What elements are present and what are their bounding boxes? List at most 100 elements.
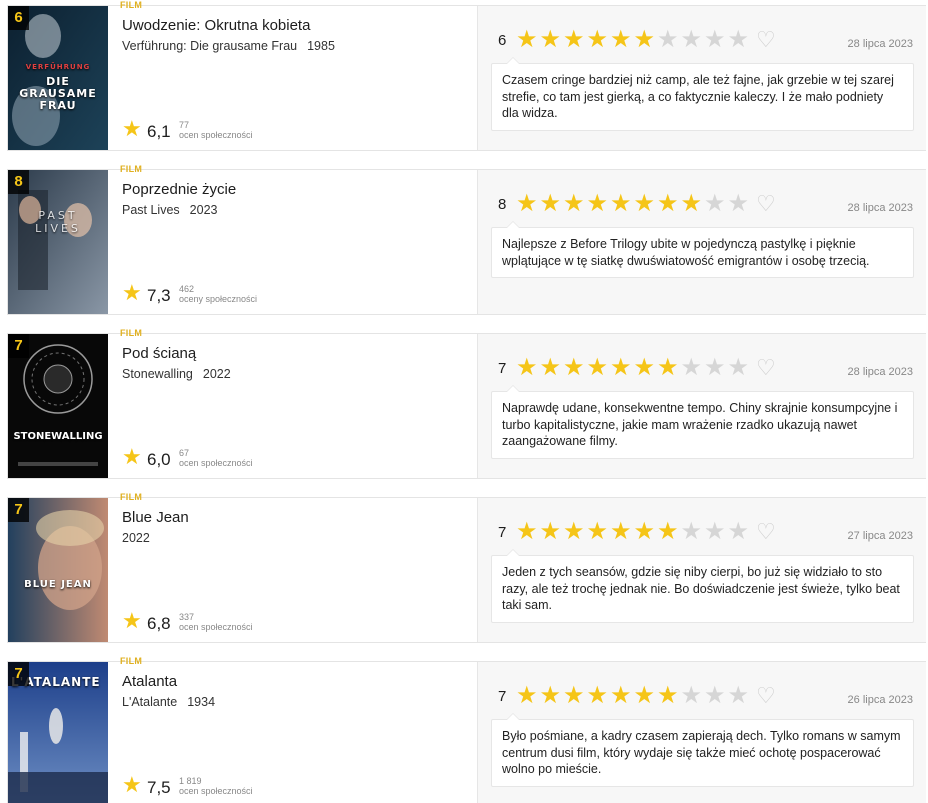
rating-star-icon[interactable]: ★ xyxy=(634,28,658,52)
star-icon: ★ xyxy=(122,116,142,141)
user-rank-badge: 8 xyxy=(8,170,29,194)
poster-title-line: GRAUSAME xyxy=(19,87,97,100)
rating-stars[interactable]: ★★★★★★★★★★ xyxy=(516,520,751,544)
rating-star-icon[interactable]: ★ xyxy=(634,356,658,380)
rating-star-icon[interactable]: ★ xyxy=(540,28,564,52)
rating-stars[interactable]: ★★★★★★★★★★ xyxy=(516,684,751,708)
rating-star-icon[interactable]: ★ xyxy=(704,684,728,708)
review-text: Było pośmiane, a kadry czasem zapierają … xyxy=(491,713,914,787)
community-count: 77 ocen społeczności xyxy=(179,120,253,140)
community-count: 462 oceny społeczności xyxy=(179,284,257,304)
poster-title-line: VERFÜHRUNG xyxy=(25,63,91,71)
user-rating-panel: 8 ★★★★★★★★★★ ♡ 28 lipca 2023 Najlepsze z… xyxy=(477,170,926,314)
film-title-link[interactable]: Atalanta xyxy=(122,673,177,690)
rating-star-icon[interactable]: ★ xyxy=(704,356,728,380)
rating-star-icon[interactable]: ★ xyxy=(587,520,611,544)
user-rating-value: 7 xyxy=(498,360,507,377)
rating-date: 27 lipca 2023 xyxy=(847,530,913,542)
heart-icon[interactable]: ♡ xyxy=(756,28,776,52)
film-title-link[interactable]: Poprzednie życie xyxy=(122,181,236,198)
heart-icon[interactable]: ♡ xyxy=(756,684,776,708)
rating-star-icon[interactable]: ★ xyxy=(516,684,540,708)
rating-star-icon[interactable]: ★ xyxy=(516,28,540,52)
original-title: L'Atalante 1934 xyxy=(122,695,215,709)
movie-poster[interactable]: PAST LIVES 8 xyxy=(8,170,108,314)
user-rating-panel: 6 ★★★★★★★★★★ ♡ 28 lipca 2023 Czasem crin… xyxy=(477,6,926,150)
rating-star-icon[interactable]: ★ xyxy=(681,520,705,544)
rating-star-icon[interactable]: ★ xyxy=(516,192,540,216)
rating-star-icon[interactable]: ★ xyxy=(540,192,564,216)
movie-poster[interactable]: L'ATALANTE 7 xyxy=(8,662,108,803)
rating-star-icon[interactable]: ★ xyxy=(587,356,611,380)
community-score: 6,0 xyxy=(147,450,171,469)
rating-star-icon[interactable]: ★ xyxy=(681,356,705,380)
rating-star-icon[interactable]: ★ xyxy=(610,28,634,52)
heart-icon[interactable]: ♡ xyxy=(756,356,776,380)
heart-icon[interactable]: ♡ xyxy=(756,192,776,216)
rating-star-icon[interactable]: ★ xyxy=(728,520,752,544)
rating-star-icon[interactable]: ★ xyxy=(516,520,540,544)
rating-star-icon[interactable]: ★ xyxy=(728,192,752,216)
rating-star-icon[interactable]: ★ xyxy=(704,28,728,52)
rating-star-icon[interactable]: ★ xyxy=(681,684,705,708)
rating-star-icon[interactable]: ★ xyxy=(563,28,587,52)
user-rating-value: 7 xyxy=(498,688,507,705)
rating-star-icon[interactable]: ★ xyxy=(516,356,540,380)
rating-date: 28 lipca 2023 xyxy=(847,202,913,214)
rating-star-icon[interactable]: ★ xyxy=(657,684,681,708)
poster-title-line: STONEWALLING xyxy=(13,431,103,442)
rating-star-icon[interactable]: ★ xyxy=(540,356,564,380)
rating-star-icon[interactable]: ★ xyxy=(634,684,658,708)
community-count: 67 ocen społeczności xyxy=(179,448,253,468)
movie-poster[interactable]: BLUE JEAN 7 xyxy=(8,498,108,642)
type-tag: FILM xyxy=(120,492,143,502)
rating-star-icon[interactable]: ★ xyxy=(540,520,564,544)
rating-star-icon[interactable]: ★ xyxy=(610,520,634,544)
rating-stars[interactable]: ★★★★★★★★★★ xyxy=(516,28,751,52)
rating-star-icon[interactable]: ★ xyxy=(587,192,611,216)
rating-star-icon[interactable]: ★ xyxy=(657,520,681,544)
community-count-label: ocen społeczności xyxy=(179,786,253,796)
rating-star-icon[interactable]: ★ xyxy=(657,356,681,380)
rating-star-icon[interactable]: ★ xyxy=(657,28,681,52)
community-count-number: 462 xyxy=(179,284,195,294)
film-title-link[interactable]: Uwodzenie: Okrutna kobieta xyxy=(122,17,310,34)
rating-star-icon[interactable]: ★ xyxy=(563,520,587,544)
rating-star-icon[interactable]: ★ xyxy=(587,28,611,52)
movie-poster[interactable]: STONEWALLING 7 xyxy=(8,334,108,478)
original-title-text: Past Lives xyxy=(122,203,180,217)
rating-star-icon[interactable]: ★ xyxy=(563,684,587,708)
rating-star-icon[interactable]: ★ xyxy=(610,356,634,380)
rating-star-icon[interactable]: ★ xyxy=(563,192,587,216)
heart-icon[interactable]: ♡ xyxy=(756,520,776,544)
rating-star-icon[interactable]: ★ xyxy=(610,684,634,708)
rating-star-icon[interactable]: ★ xyxy=(634,520,658,544)
original-title: Verführung: Die grausame Frau 1985 xyxy=(122,39,335,53)
poster-title-line: PAST xyxy=(38,209,78,222)
release-year: 2022 xyxy=(202,367,231,381)
rating-star-icon[interactable]: ★ xyxy=(704,192,728,216)
community-count: 1 819 ocen społeczności xyxy=(179,776,253,796)
rating-star-icon[interactable]: ★ xyxy=(704,520,728,544)
rating-star-icon[interactable]: ★ xyxy=(681,28,705,52)
film-title-link[interactable]: Blue Jean xyxy=(122,509,189,526)
rating-star-icon[interactable]: ★ xyxy=(587,684,611,708)
rating-star-icon[interactable]: ★ xyxy=(728,28,752,52)
rating-star-icon[interactable]: ★ xyxy=(563,356,587,380)
rating-stars[interactable]: ★★★★★★★★★★ xyxy=(516,192,751,216)
movie-poster[interactable]: VERFÜHRUNG DIE GRAUSAME FRAU 6 xyxy=(8,6,108,150)
film-title-link[interactable]: Pod ścianą xyxy=(122,345,196,362)
original-title: Stonewalling 2022 xyxy=(122,367,231,381)
rating-stars[interactable]: ★★★★★★★★★★ xyxy=(516,356,751,380)
rating-star-icon[interactable]: ★ xyxy=(610,192,634,216)
community-count-label: ocen społeczności xyxy=(179,458,253,468)
star-icon: ★ xyxy=(122,444,142,469)
rating-star-icon[interactable]: ★ xyxy=(728,356,752,380)
rating-star-icon[interactable]: ★ xyxy=(540,684,564,708)
rating-star-icon[interactable]: ★ xyxy=(634,192,658,216)
type-tag: FILM xyxy=(120,656,143,666)
rating-star-icon[interactable]: ★ xyxy=(657,192,681,216)
user-rating-value: 7 xyxy=(498,524,507,541)
rating-star-icon[interactable]: ★ xyxy=(681,192,705,216)
rating-star-icon[interactable]: ★ xyxy=(728,684,752,708)
